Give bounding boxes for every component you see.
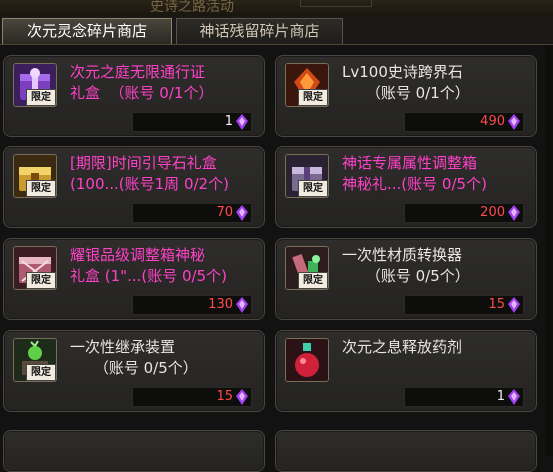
shop-item-card[interactable]: 限定 Lv100史诗跨界石 （账号 0/1个） 490 xyxy=(275,55,537,137)
purple-gift-box-icon: 限定 xyxy=(13,63,57,107)
blue-box-icon: 限定 xyxy=(285,154,329,198)
fragment-currency-icon xyxy=(236,297,248,313)
price-box: 15 xyxy=(404,295,524,315)
item-price: 15 xyxy=(488,297,505,312)
orange-crystal-icon: 限定 xyxy=(285,63,329,107)
item-price: 130 xyxy=(208,297,233,312)
item-name: 次元之息释放药剂 xyxy=(342,338,463,356)
item-name: 次元之庭无限通行证 礼盒 （账号 0/1个） xyxy=(70,63,214,102)
shop-item-card[interactable]: 限定 一次性材质转换器 （账号 0/5个） 15 xyxy=(275,238,537,320)
shop-item-card[interactable]: 限定 耀银品级调整箱神秘 礼盒 (1"...(账号 0/5个) 130 xyxy=(3,238,265,320)
fragment-currency-icon xyxy=(508,389,520,405)
limited-badge: 限定 xyxy=(298,272,328,289)
price-box: 70 xyxy=(132,203,252,223)
fragment-currency-icon xyxy=(508,297,520,313)
limited-badge: 限定 xyxy=(298,180,328,197)
fragment-currency-icon xyxy=(508,114,520,130)
shop-item-card[interactable]: 限定 一次性继承装置 （账号 0/5个） 15 xyxy=(3,330,265,412)
item-name: 一次性材质转换器 （账号 0/5个） xyxy=(342,246,470,285)
limited-badge: 限定 xyxy=(26,180,56,197)
item-price: 1 xyxy=(224,114,233,129)
fragment-currency-icon xyxy=(236,114,248,130)
red-potion-icon xyxy=(285,338,329,382)
price-box: 1 xyxy=(404,387,524,407)
tab-dimension-fragment-shop[interactable]: 次元灵念碎片商店 xyxy=(2,18,172,44)
price-box: 130 xyxy=(132,295,252,315)
item-price: 200 xyxy=(480,205,505,220)
silver-box-icon: 限定 xyxy=(13,246,57,290)
shop-item-card[interactable]: 限定 神话专属属性调整箱 神秘礼...(账号 0/5个) 200 xyxy=(275,146,537,228)
item-name: Lv100史诗跨界石 （账号 0/1个） xyxy=(342,63,470,102)
item-price: 1 xyxy=(496,389,505,404)
fragment-currency-icon xyxy=(236,205,248,221)
material-converter-icon: 限定 xyxy=(285,246,329,290)
fragment-currency-icon xyxy=(236,389,248,405)
shop-item-card[interactable]: 次元之息释放药剂 1 xyxy=(275,330,537,412)
gold-chest-icon: 限定 xyxy=(13,154,57,198)
item-price: 70 xyxy=(216,205,233,220)
item-name: [期限]时间引导石礼盒 (100...(账号1周 0/2个) xyxy=(70,154,229,193)
shop-item-card-partial[interactable] xyxy=(3,430,265,472)
limited-badge: 限定 xyxy=(26,89,56,106)
inheritance-device-icon: 限定 xyxy=(13,338,57,382)
shop-item-card-partial[interactable] xyxy=(275,430,537,472)
item-name: 耀银品级调整箱神秘 礼盒 (1"...(账号 0/5个) xyxy=(70,246,227,285)
item-name: 神话专属属性调整箱 神秘礼...(账号 0/5个) xyxy=(342,154,487,193)
fragment-currency-icon xyxy=(508,205,520,221)
price-box: 15 xyxy=(132,387,252,407)
price-box: 490 xyxy=(404,112,524,132)
top-frame-decoration xyxy=(300,0,372,7)
limited-badge: 限定 xyxy=(26,272,56,289)
shop-item-card[interactable]: 限定 [期限]时间引导石礼盒 (100...(账号1周 0/2个) 70 xyxy=(3,146,265,228)
item-price: 15 xyxy=(216,389,233,404)
shop-tab-bar: 次元灵念碎片商店 神话残留碎片商店 xyxy=(0,16,553,45)
tab-myth-fragment-shop[interactable]: 神话残留碎片商店 xyxy=(176,18,343,44)
item-price: 490 xyxy=(480,114,505,129)
price-box: 1 xyxy=(132,112,252,132)
limited-badge: 限定 xyxy=(298,89,328,106)
list-scrollbar[interactable] xyxy=(545,45,553,456)
shop-item-card[interactable]: 限定 次元之庭无限通行证 礼盒 （账号 0/1个） 1 xyxy=(3,55,265,137)
price-box: 200 xyxy=(404,203,524,223)
item-name: 一次性继承装置 （账号 0/5个） xyxy=(70,338,198,377)
limited-badge: 限定 xyxy=(26,364,56,381)
event-title: 史诗之路活动 xyxy=(150,0,234,15)
